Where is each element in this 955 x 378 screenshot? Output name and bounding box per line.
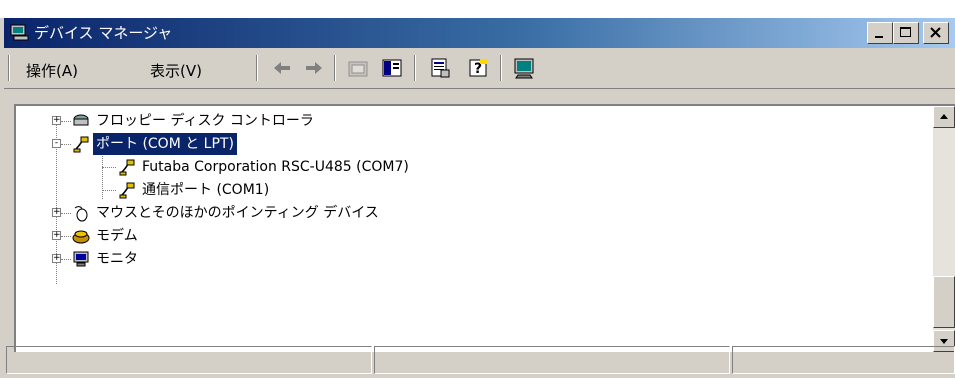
device-manager-window: デバイス マネージャ 操作(A) 表示(V) ? + フロッピー ディスク コン… xyxy=(0,18,955,378)
tree-item-label: 通信ポート (COM1) xyxy=(142,182,270,198)
back-arrow-icon[interactable] xyxy=(270,56,294,80)
mouse-icon xyxy=(74,206,88,222)
menu-view[interactable]: 表示(V) xyxy=(150,60,202,81)
toolbar-separator xyxy=(500,55,502,81)
forward-arrow-icon[interactable] xyxy=(302,56,326,80)
tree-item-label: マウスとそのほかのポインティング デバイス xyxy=(96,205,379,221)
port-connector-icon xyxy=(119,159,135,176)
toolbar-grip xyxy=(8,55,10,81)
expand-icon[interactable]: + xyxy=(52,231,61,240)
toolbar-separator xyxy=(334,55,336,81)
toolbar: 操作(A) 表示(V) ? xyxy=(4,48,955,89)
tree-item-com1[interactable]: 通信ポート (COM1) xyxy=(16,179,916,201)
tree-item-label: Futaba Corporation RSC-U485 (COM7) xyxy=(142,159,409,175)
tree-line xyxy=(61,121,71,122)
tree-item-label: ポート (COM と LPT) xyxy=(92,132,238,156)
collapse-icon[interactable]: - xyxy=(52,139,61,148)
up-folder-icon[interactable] xyxy=(346,56,370,80)
minimize-icon xyxy=(875,36,883,38)
show-hide-tree-icon[interactable] xyxy=(380,56,404,80)
minimize-button[interactable] xyxy=(867,22,893,44)
tree-line xyxy=(61,236,71,237)
monitor-icon xyxy=(73,251,89,267)
expand-icon[interactable]: + xyxy=(52,208,61,217)
status-panel xyxy=(732,346,955,374)
window-title: デバイス マネージャ xyxy=(34,24,173,42)
close-icon xyxy=(930,27,941,38)
properties-icon[interactable] xyxy=(428,56,452,80)
expand-icon[interactable]: + xyxy=(52,254,61,263)
maximize-button[interactable] xyxy=(893,22,919,44)
title-bar[interactable]: デバイス マネージャ xyxy=(4,18,955,48)
toolbar-separator xyxy=(414,55,416,81)
scroll-thumb[interactable] xyxy=(933,276,955,328)
status-panel xyxy=(6,346,372,374)
tree-item-ports[interactable]: - ポート (COM と LPT) xyxy=(16,132,916,156)
port-connector-icon xyxy=(119,182,135,199)
tree-item-monitor[interactable]: + モニタ xyxy=(16,248,916,270)
status-bar xyxy=(6,346,955,376)
tree-line xyxy=(102,190,116,191)
vertical-scrollbar[interactable] xyxy=(933,106,955,352)
help-icon[interactable]: ? xyxy=(466,56,490,80)
floppy-controller-icon xyxy=(73,114,89,126)
tree-item-label: モデム xyxy=(96,228,138,244)
status-panel xyxy=(374,346,730,374)
tree-line xyxy=(61,213,71,214)
expand-icon[interactable]: + xyxy=(52,116,61,125)
menu-action[interactable]: 操作(A) xyxy=(26,60,78,81)
scroll-up-button[interactable] xyxy=(933,106,955,128)
port-connector-icon xyxy=(73,136,89,153)
maximize-icon xyxy=(900,27,911,37)
tree-item-futaba-com7[interactable]: Futaba Corporation RSC-U485 (COM7) xyxy=(16,156,916,178)
scan-hardware-icon[interactable] xyxy=(512,56,536,80)
toolbar-separator xyxy=(256,55,258,81)
tree-line xyxy=(102,167,116,168)
tree-item-label: フロッピー ディスク コントローラ xyxy=(96,113,314,129)
tree-item-mouse[interactable]: + マウスとそのほかのポインティング デバイス xyxy=(16,202,916,224)
device-manager-icon xyxy=(10,24,29,41)
device-tree[interactable]: + フロッピー ディスク コントローラ - ポート (COM と LPT) Fu… xyxy=(14,104,955,352)
tree-item-label: モニタ xyxy=(96,251,138,267)
tree-item-modem[interactable]: + モデム xyxy=(16,225,916,247)
tree-line xyxy=(61,259,71,260)
modem-icon xyxy=(72,230,90,244)
tree-line xyxy=(61,144,71,145)
arrow-up-icon xyxy=(940,114,948,119)
tree-item-floppy-controller[interactable]: + フロッピー ディスク コントローラ xyxy=(16,110,916,132)
close-button[interactable] xyxy=(923,22,949,44)
